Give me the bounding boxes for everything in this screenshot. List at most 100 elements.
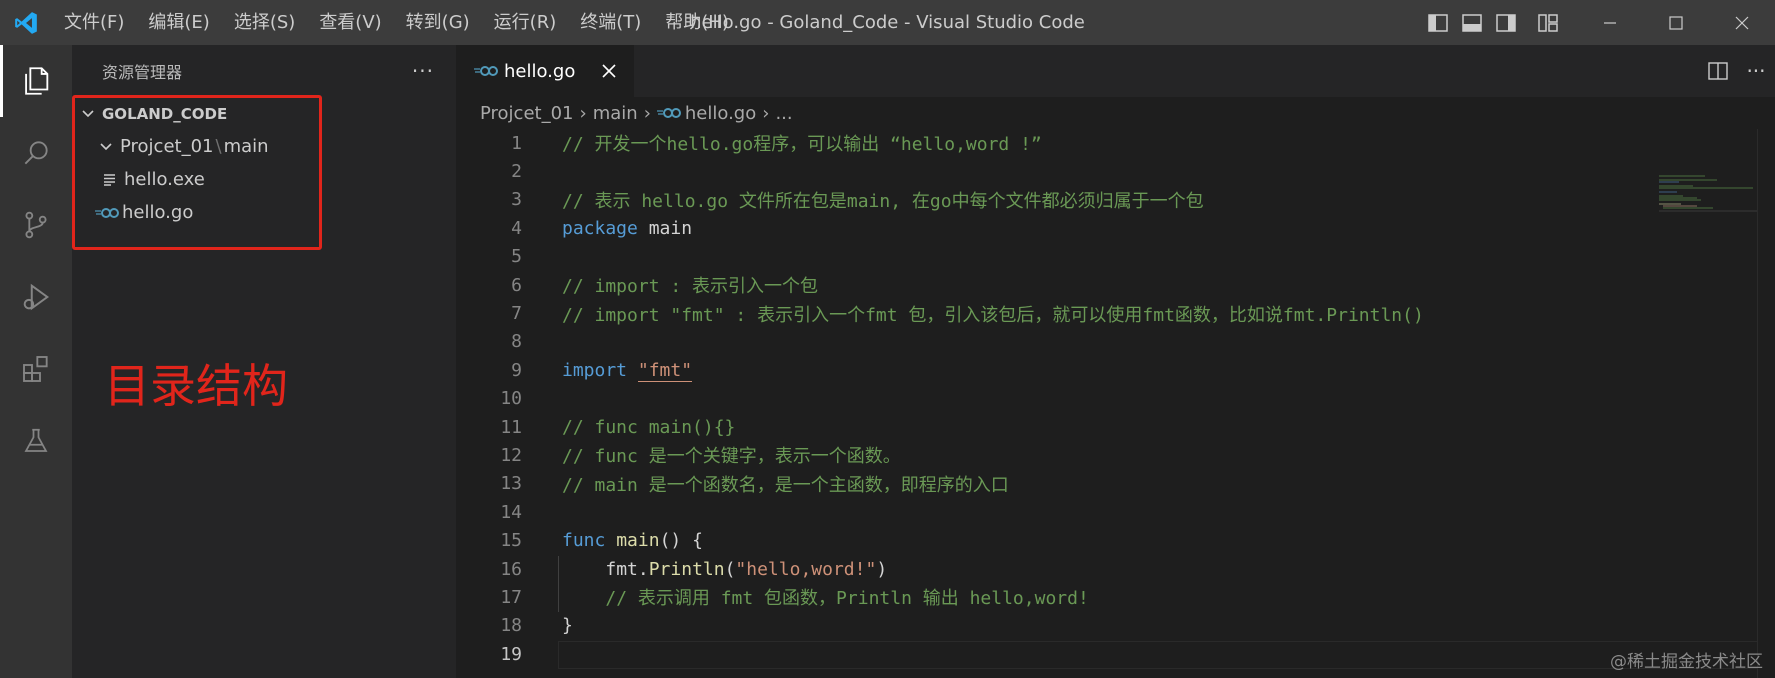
breadcrumb-item[interactable]: ...: [775, 103, 792, 124]
line-number: 15: [500, 530, 522, 552]
more-actions-icon[interactable]: ···: [1737, 45, 1775, 97]
line-number: 17: [500, 586, 522, 608]
code-keyword: package: [562, 217, 638, 239]
explorer-sidebar: 资源管理器 ··· GOLAND_CODE Projcet_01 \ main …: [72, 45, 456, 678]
activity-bar: [0, 45, 72, 678]
code-string: "fmt": [637, 359, 693, 382]
line-number: 14: [500, 501, 522, 523]
code-line: 6 // import : 表示引入一个包: [456, 271, 1775, 299]
breadcrumb-item[interactable]: main: [593, 103, 638, 124]
minimize-icon[interactable]: [1577, 0, 1643, 45]
sidebar-title: 资源管理器: [102, 63, 183, 82]
toggle-sidebar-icon[interactable]: [1421, 0, 1455, 45]
menu-help[interactable]: 帮助(H): [653, 0, 741, 45]
code-keyword: func: [562, 530, 606, 552]
code-line: 13 // main 是一个函数名，是一个主函数，即程序的入口: [456, 470, 1775, 498]
line-number: 9: [511, 359, 522, 381]
line-number: 10: [500, 388, 522, 410]
annotation-label: 目录结构: [104, 359, 288, 413]
chevron-right-icon: ›: [579, 102, 587, 124]
chevron-right-icon: ›: [643, 102, 651, 124]
chevron-right-icon: ›: [762, 102, 770, 124]
code-line: 8: [456, 328, 1775, 356]
indent-guide: [558, 556, 559, 612]
code-line: 12 // func 是一个关键字，表示一个函数。: [456, 441, 1775, 469]
code-line: 11 // func main(){}: [456, 413, 1775, 441]
breadcrumb-item[interactable]: Projcet_01: [480, 103, 574, 124]
code-line: 2: [456, 157, 1775, 185]
annotation-highlight-box: [72, 95, 322, 250]
run-debug-icon[interactable]: [0, 261, 72, 333]
code-text: ): [876, 558, 888, 580]
tab-label: hello.go: [504, 60, 576, 82]
more-actions-icon[interactable]: ···: [412, 59, 434, 83]
toggle-secondary-sidebar-icon[interactable]: [1489, 0, 1523, 45]
code-comment: // import "fmt" : 表示引入一个fmt 包，引入该包后，就可以使…: [562, 304, 1424, 326]
line-number: 1: [511, 132, 522, 154]
source-control-icon[interactable]: [0, 189, 72, 261]
line-number: 2: [511, 161, 522, 183]
code-line: 9 import "fmt": [456, 356, 1775, 384]
code-line: 15 func main() {: [456, 526, 1775, 554]
watermark: @稀土掘金技术社区: [1610, 652, 1763, 672]
code-editor[interactable]: 1 // 开发一个hello.go程序，可以输出 “hello,word !” 2…: [456, 129, 1775, 669]
code-line: 7 // import "fmt" : 表示引入一个fmt 包，引入该包后，就可以…: [456, 299, 1775, 327]
line-number: 8: [511, 331, 522, 353]
menu-selection[interactable]: 选择(S): [222, 0, 307, 45]
code-comment: // 开发一个hello.go程序，可以输出 “hello,word !”: [562, 134, 1042, 156]
line-number: 3: [511, 189, 522, 211]
code-line: 18}: [456, 612, 1775, 640]
close-icon[interactable]: [602, 59, 616, 83]
code-function: main: [616, 530, 660, 552]
code-line: 1 // 开发一个hello.go程序，可以输出 “hello,word !”: [456, 129, 1775, 157]
customize-layout-icon[interactable]: [1531, 0, 1565, 45]
minimap[interactable]: [1657, 173, 1757, 213]
maximize-icon[interactable]: [1643, 0, 1709, 45]
title-bar: 文件(F) 编辑(E) 选择(S) 查看(V) 转到(G) 运行(R) 终端(T…: [0, 0, 1775, 45]
vertical-scrollbar[interactable]: [1757, 129, 1775, 678]
go-file-icon: [474, 62, 498, 81]
close-window-icon[interactable]: [1709, 0, 1775, 45]
toggle-panel-icon[interactable]: [1455, 0, 1489, 45]
sidebar-header: 资源管理器 ···: [72, 45, 456, 97]
code-keyword: import: [562, 359, 628, 381]
menu-terminal[interactable]: 终端(T): [568, 0, 653, 45]
code-line: 10: [456, 385, 1775, 413]
code-line: 4 package main: [456, 214, 1775, 242]
code-line: 16 fmt.Println("hello,word!"): [456, 555, 1775, 583]
code-comment: // func main(){}: [562, 416, 736, 438]
explorer-icon[interactable]: [0, 45, 72, 117]
title-controls: [1421, 0, 1775, 45]
code-comment: // 表示 hello.go 文件所在包是main, 在go中每个文件都必须归属…: [562, 190, 1204, 212]
editor-area: hello.go ··· Projcet_01 › main › hello.g…: [456, 45, 1775, 678]
code-function: Println: [648, 558, 725, 580]
line-number: 5: [511, 246, 522, 268]
line-number: 18: [500, 615, 522, 637]
code-string: "hello,word!": [735, 558, 877, 580]
menu-edit[interactable]: 编辑(E): [136, 0, 221, 45]
line-number: 4: [511, 217, 522, 239]
line-number: 13: [500, 473, 522, 495]
line-number: 16: [500, 558, 522, 580]
go-file-icon: [656, 107, 681, 119]
menu-go[interactable]: 转到(G): [394, 0, 482, 45]
code-text: }: [562, 615, 573, 637]
testing-icon[interactable]: [0, 405, 72, 477]
code-line: 3 // 表示 hello.go 文件所在包是main, 在go中每个文件都必须归…: [456, 186, 1775, 214]
code-comment: // func 是一个关键字，表示一个函数。: [562, 446, 901, 468]
tab-hello-go[interactable]: hello.go: [456, 45, 634, 97]
menu-view[interactable]: 查看(V): [307, 0, 393, 45]
code-comment: // import : 表示引入一个包: [562, 276, 819, 298]
extensions-icon[interactable]: [0, 333, 72, 405]
code-comment: // 表示调用 fmt 包函数，Println 输出 hello,word!: [605, 588, 1089, 610]
code-text: main: [637, 217, 693, 239]
search-icon[interactable]: [0, 117, 72, 189]
menu-run[interactable]: 运行(R): [482, 0, 569, 45]
breadcrumb: Projcet_01 › main › hello.go › ...: [456, 97, 1775, 129]
split-editor-icon[interactable]: [1699, 45, 1737, 97]
menu-file[interactable]: 文件(F): [52, 0, 136, 45]
code-text: (: [724, 558, 736, 580]
breadcrumb-item[interactable]: hello.go: [685, 103, 756, 124]
code-line: 17 // 表示调用 fmt 包函数，Println 输出 hello,word…: [456, 583, 1775, 611]
line-number: 12: [500, 444, 522, 466]
